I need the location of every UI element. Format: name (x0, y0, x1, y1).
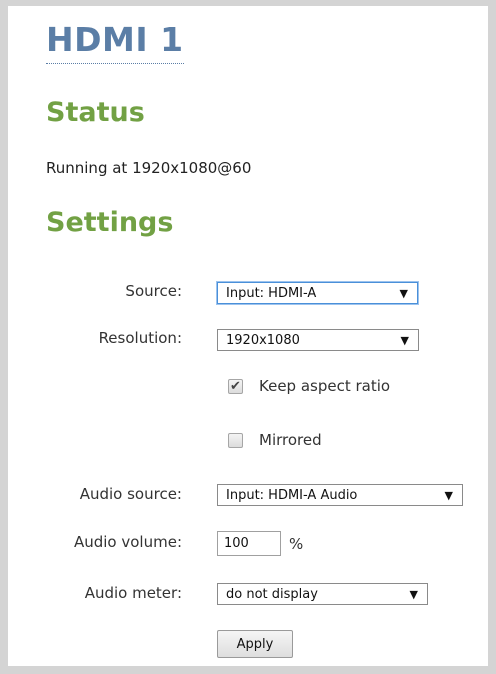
page-title: HDMI 1 (46, 20, 184, 64)
audio-volume-label: Audio volume: (73, 533, 182, 551)
triangle-down-icon: ▼ (409, 587, 418, 601)
keep-aspect-ratio-label: Keep aspect ratio (259, 377, 391, 395)
triangle-down-icon: ▼ (399, 286, 408, 300)
mirrored-checkbox[interactable] (228, 432, 243, 448)
source-select[interactable]: Input: HDMI-A ▼ (217, 282, 418, 304)
audio-meter-value: do not display (226, 586, 318, 602)
source-value: Input: HDMI-A (226, 285, 317, 301)
settings-heading: Settings (46, 207, 174, 238)
audio-source-label: Audio source: (79, 485, 182, 503)
resolution-label: Resolution: (98, 329, 182, 347)
resolution-value: 1920x1080 (226, 332, 300, 348)
audio-meter-label: Audio meter: (84, 584, 182, 602)
resolution-select[interactable]: 1920x1080 ▼ (217, 329, 419, 351)
keep-aspect-ratio-checkbox[interactable]: ✔ (228, 378, 243, 394)
status-text: Running at 1920x1080@60 (46, 159, 252, 177)
audio-volume-unit: % (289, 535, 304, 553)
audio-source-select[interactable]: Input: HDMI-A Audio ▼ (217, 484, 463, 506)
apply-button[interactable]: Apply (217, 630, 293, 658)
panel-frame: HDMI 1 Status Running at 1920x1080@60 Se… (0, 0, 496, 674)
keep-aspect-ratio-row[interactable]: ✔ Keep aspect ratio (228, 377, 390, 395)
source-label: Source: (125, 282, 182, 300)
status-heading: Status (46, 97, 145, 128)
audio-source-value: Input: HDMI-A Audio (226, 487, 358, 503)
triangle-down-icon: ▼ (444, 488, 453, 502)
checkmark-icon: ✔ (230, 378, 241, 394)
mirrored-row[interactable]: Mirrored (228, 431, 322, 449)
audio-volume-input[interactable]: 100 (217, 531, 281, 556)
mirrored-label: Mirrored (259, 431, 322, 449)
audio-meter-select[interactable]: do not display ▼ (217, 583, 428, 605)
triangle-down-icon: ▼ (400, 333, 409, 347)
